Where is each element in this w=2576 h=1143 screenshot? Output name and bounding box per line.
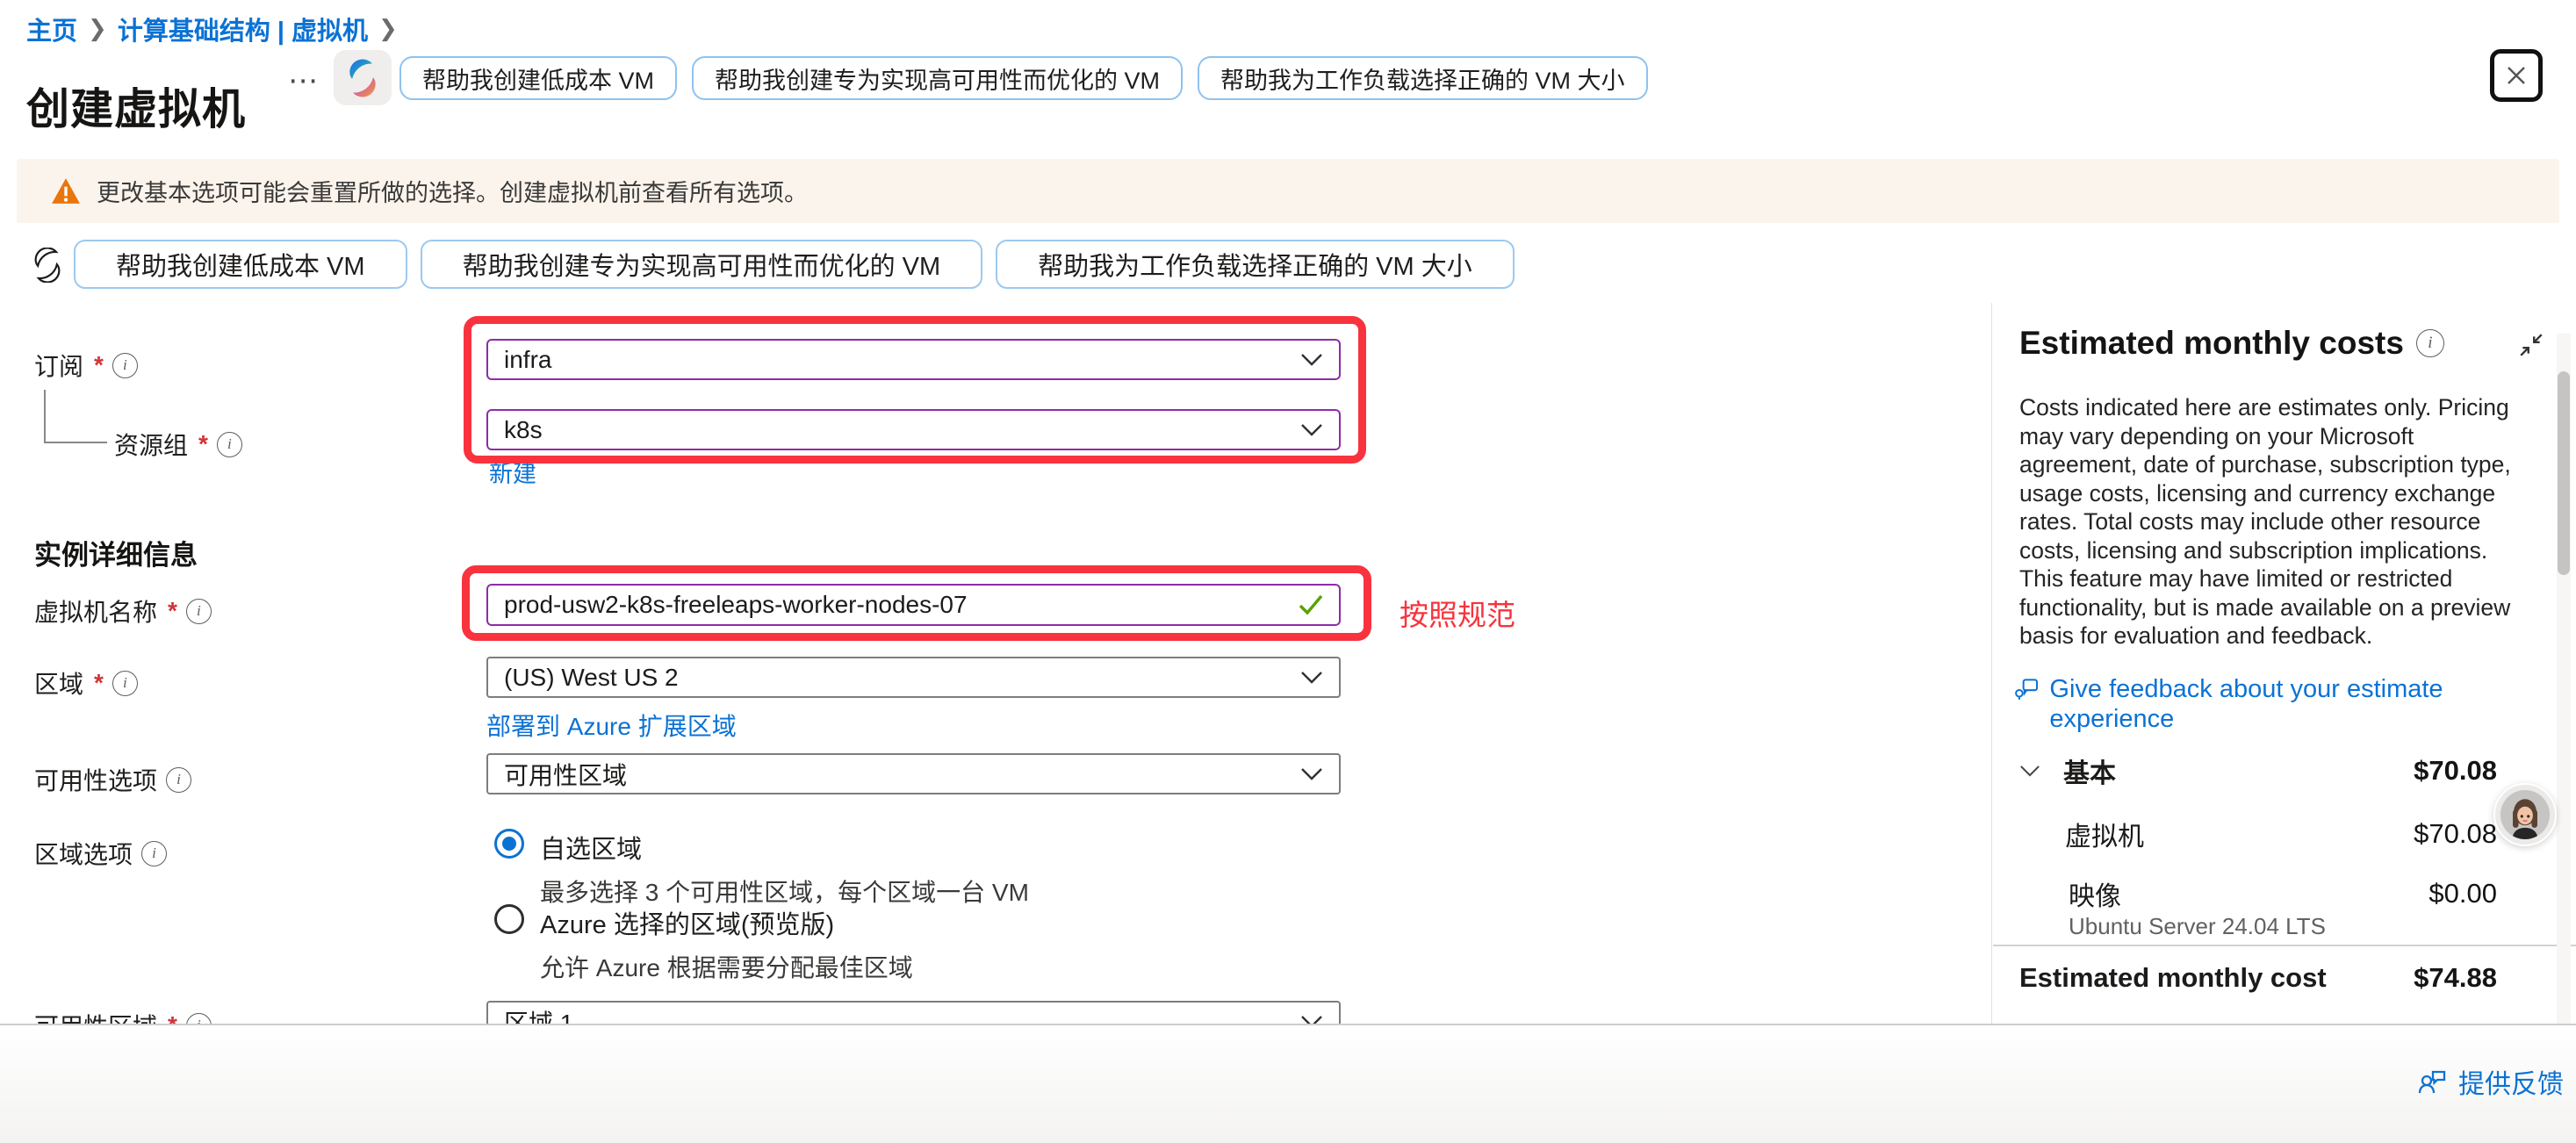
instance-details-heading: 实例详细信息 (34, 533, 198, 572)
region-dropdown[interactable]: (US) West US 2 (486, 657, 1341, 698)
avatar[interactable] (2493, 783, 2557, 846)
page-title: 创建虚拟机 (26, 75, 246, 137)
avatar-image (2500, 790, 2550, 839)
suggestion-high-availability-button[interactable]: 帮助我创建专为实现高可用性而优化的 VM (421, 240, 983, 289)
suggestion-low-cost-vm-button[interactable]: 帮助我创建低成本 VM (74, 240, 407, 289)
subscription-dropdown[interactable]: infra (486, 339, 1341, 380)
warning-text: 更改基本选项可能会重置所做的选择。创建虚拟机前查看所有选项。 (97, 174, 808, 208)
availability-options-label: 可用性选项 i (34, 762, 191, 797)
tree-connector (44, 442, 107, 443)
availability-options-dropdown[interactable]: 可用性区域 (486, 753, 1341, 794)
cost-panel-header: Estimated monthly costs i (2019, 325, 2444, 362)
close-button[interactable] (2490, 49, 2543, 102)
cost-panel-title: Estimated monthly costs (2019, 325, 2404, 362)
estimate-feedback-link[interactable]: Give feedback about your estimate experi… (2014, 674, 2488, 734)
warning-icon (51, 177, 81, 205)
chevron-down-icon (2019, 765, 2040, 778)
region-label: 区域* i (34, 665, 138, 701)
info-icon[interactable]: i (2416, 329, 2444, 357)
create-new-resource-group-link[interactable]: 新建 (489, 455, 536, 489)
copilot-outline-icon (30, 248, 65, 283)
breadcrumb: 主页 ❯ 计算基础结构 | 虚拟机 ❯ (26, 11, 398, 47)
chevron-down-icon (1300, 671, 1323, 685)
cost-item-row: 映像 $0.00 (2019, 874, 2497, 913)
zone-option-azure-select[interactable]: Azure 选择的区域(预览版) 允许 Azure 根据需要分配最佳区域 (494, 904, 913, 984)
divider (1993, 945, 2576, 946)
copilot-icon (343, 59, 382, 97)
vm-name-label: 虚拟机名称* i (34, 593, 212, 629)
cost-panel-description: Costs indicated here are estimates only.… (2019, 393, 2513, 651)
body-copilot-suggestions: 帮助我创建低成本 VM 帮助我创建专为实现高可用性而优化的 VM 帮助我为工作负… (74, 240, 1515, 289)
cost-item-subtext: Ubuntu Server 24.04 LTS (2069, 913, 2326, 940)
chevron-down-icon (1300, 353, 1323, 367)
chevron-down-icon (1300, 767, 1323, 781)
info-icon[interactable]: i (141, 841, 167, 866)
subscription-label: 订阅* i (34, 348, 138, 383)
valid-checkmark-icon (1298, 593, 1324, 616)
radio-unselected-icon[interactable] (494, 904, 524, 934)
person-feedback-icon (2416, 1066, 2448, 1097)
breadcrumb-chevron-icon: ❯ (88, 15, 107, 42)
info-icon[interactable]: i (112, 671, 138, 696)
chevron-down-icon (1300, 423, 1323, 437)
header-copilot-suggestions: 帮助我创建低成本 VM 帮助我创建专为实现高可用性而优化的 VM 帮助我为工作负… (399, 56, 1648, 100)
scrollbar-thumb[interactable] (2558, 371, 2570, 575)
more-options-button[interactable]: ⋯ (288, 63, 320, 98)
radio-selected-icon[interactable] (494, 829, 524, 859)
info-icon[interactable]: i (166, 767, 191, 793)
suggestion-vm-size-button[interactable]: 帮助我为工作负载选择正确的 VM 大小 (996, 240, 1515, 289)
cost-total-row: Estimated monthly cost $74.88 (2019, 962, 2497, 994)
zone-option-self-select[interactable]: 自选区域 最多选择 3 个可用性区域，每个区域一台 VM (494, 829, 1029, 909)
suggestion-low-cost-vm-button[interactable]: 帮助我创建低成本 VM (399, 56, 677, 100)
suggestion-vm-size-button[interactable]: 帮助我为工作负载选择正确的 VM 大小 (1198, 56, 1648, 100)
copilot-button[interactable] (334, 50, 392, 105)
resource-group-label: 资源组* i (114, 427, 242, 462)
cost-group-row[interactable]: 基本 $70.08 (2019, 751, 2497, 790)
vm-name-annotation: 按照规范 (1400, 592, 1515, 634)
collapse-panel-icon[interactable] (2518, 332, 2544, 358)
breadcrumb-vm-link[interactable]: 计算基础结构 | 虚拟机 (118, 11, 368, 47)
breadcrumb-home-link[interactable]: 主页 (26, 11, 77, 47)
feedback-bubbles-icon (2014, 674, 2039, 704)
deploy-extended-zone-link[interactable]: 部署到 Azure 扩展区域 (486, 708, 737, 743)
breadcrumb-chevron-icon: ❯ (378, 15, 398, 42)
resource-group-dropdown[interactable]: k8s (486, 409, 1341, 450)
panel-divider (1991, 303, 1992, 1024)
info-icon[interactable]: i (186, 599, 212, 624)
give-feedback-link[interactable]: 提供反馈 (2416, 1062, 2564, 1101)
warning-banner: 更改基本选项可能会重置所做的选择。创建虚拟机前查看所有选项。 (17, 159, 2559, 223)
zone-options-label: 区域选项 i (34, 836, 167, 871)
info-icon[interactable]: i (217, 432, 242, 457)
vm-name-input[interactable] (486, 584, 1341, 626)
close-icon (2502, 61, 2530, 90)
info-icon[interactable]: i (112, 353, 138, 378)
suggestion-high-availability-button[interactable]: 帮助我创建专为实现高可用性而优化的 VM (692, 56, 1183, 100)
tree-connector (44, 390, 46, 442)
footer-bar (0, 1024, 2576, 1143)
cost-item-row: 虚拟机 $70.08 (2019, 815, 2497, 853)
